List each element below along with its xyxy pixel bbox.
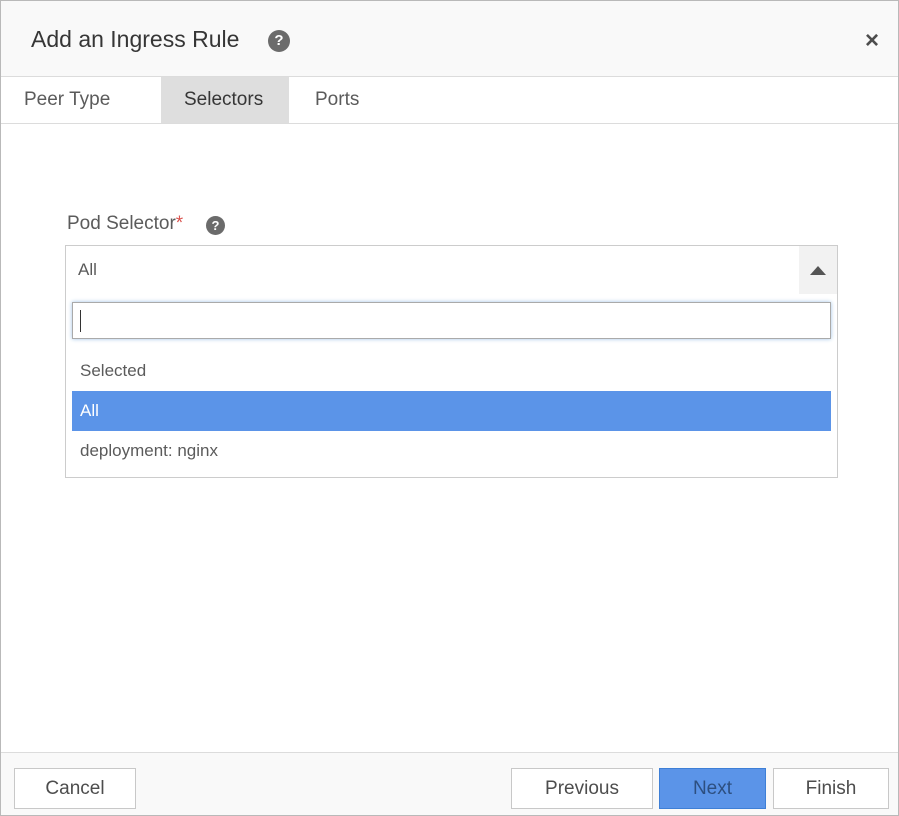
option-all[interactable]: All [72,391,831,431]
dropdown-search-input[interactable] [72,302,831,339]
tab-ports[interactable]: Ports [292,77,392,123]
dialog-header: Add an Ingress Rule ? × [1,1,898,77]
text-cursor [80,310,81,332]
close-icon[interactable]: × [862,29,882,53]
help-icon[interactable]: ? [268,30,290,52]
option-deployment-nginx[interactable]: deployment: nginx [72,431,831,471]
previous-button[interactable]: Previous [511,768,653,809]
pod-selector-help-icon[interactable]: ? [206,216,225,235]
option-selected[interactable]: Selected [72,351,831,391]
tab-selectors[interactable]: Selectors [161,77,289,123]
cancel-button[interactable]: Cancel [14,768,136,809]
pod-selector-select[interactable]: All [65,245,838,295]
caret-up-icon [810,266,826,275]
tab-peer-type[interactable]: Peer Type [1,77,161,123]
pod-selector-label: Pod Selector* [67,213,183,235]
finish-button[interactable]: Finish [773,768,889,809]
pod-selector-value: All [78,260,97,279]
tab-bar: Peer Type Selectors Ports [1,77,898,124]
add-ingress-rule-dialog: Add an Ingress Rule ? × Peer Type Select… [0,0,899,816]
dropdown-toggle[interactable] [799,246,837,294]
pod-selector-label-text: Pod Selector [67,213,176,234]
next-button[interactable]: Next [659,768,766,809]
dialog-title: Add an Ingress Rule [31,26,240,52]
dialog-footer: Cancel Previous Next Finish [1,752,898,815]
required-mark: * [175,213,184,234]
pod-selector-dropdown: Selected All deployment: nginx [65,294,838,478]
